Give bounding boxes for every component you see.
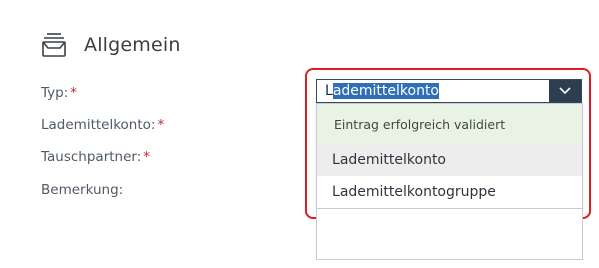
option-lademittelkontogruppe[interactable]: Lademittelkontogruppe (317, 176, 582, 208)
archive-box-icon (40, 31, 68, 59)
label-text: Lademittelkonto: (41, 117, 156, 133)
typ-select[interactable]: Lademittelkonto (316, 79, 582, 103)
section-header: Allgemein (40, 28, 181, 62)
validation-success-message: Eintrag erfolgreich validiert (317, 104, 582, 144)
option-rest: ademittelkontogruppe (339, 184, 496, 200)
label-text: Typ: (41, 85, 69, 101)
option-rest: ademittelkonto (339, 152, 447, 168)
label-bemerkung: Bemerkung: (41, 182, 123, 198)
chevron-down-icon[interactable] (549, 80, 581, 102)
bemerkung-textarea[interactable] (316, 209, 583, 260)
option-lead: L (332, 184, 340, 200)
section-title: Allgemein (84, 34, 181, 56)
label-typ: Typ: * (41, 85, 77, 101)
typ-value-selected-text: ademittelkonto (332, 83, 440, 99)
label-lademittelkonto: Lademittelkonto: * (41, 117, 164, 133)
required-marker: * (143, 149, 151, 165)
option-lademittelkonto[interactable]: Lademittelkonto (317, 144, 582, 176)
typ-select-value[interactable]: Lademittelkonto (325, 83, 440, 99)
required-marker: * (157, 117, 165, 133)
typ-dropdown-list: Eintrag erfolgreich validiert Lademittel… (316, 103, 583, 209)
label-tauschpartner: Tauschpartner: * (41, 149, 150, 165)
label-text: Bemerkung: (41, 182, 124, 198)
typ-value-prefix: L (325, 83, 333, 99)
option-lead: L (332, 152, 340, 168)
required-marker: * (70, 85, 78, 101)
label-text: Tauschpartner: (41, 149, 142, 165)
